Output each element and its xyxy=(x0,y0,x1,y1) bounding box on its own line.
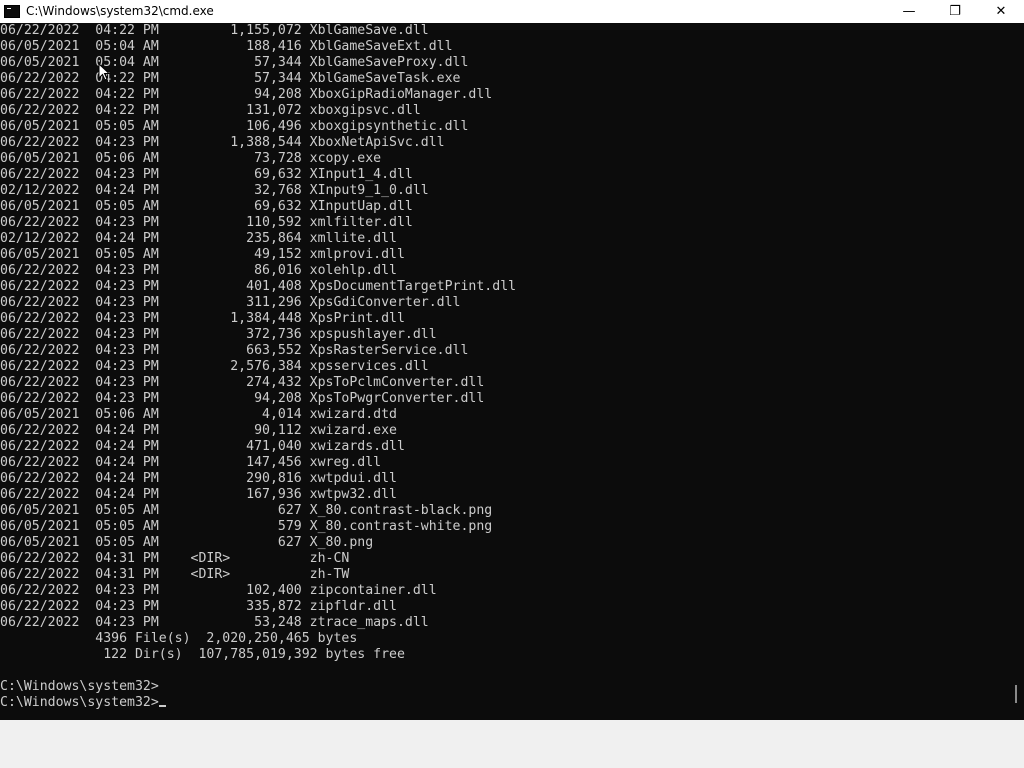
console-line: 06/22/2022 04:24 PM 471,040 xwizards.dll xyxy=(0,439,405,454)
console-line: 06/22/2022 04:23 PM 372,736 xpspushlayer… xyxy=(0,327,437,342)
console-line: 06/05/2021 05:04 AM 57,344 XblGameSavePr… xyxy=(0,55,469,70)
console-line: 06/22/2022 04:23 PM 335,872 zipfldr.dll xyxy=(0,599,397,614)
cmd-window: C:\Windows\system32\cmd.exe — ❐ ✕ 06/22/… xyxy=(0,0,1024,768)
console-line: 06/22/2022 04:23 PM 1,388,544 XboxNetApi… xyxy=(0,135,445,150)
window-bottom-area xyxy=(0,720,1024,768)
console-line: 06/22/2022 04:23 PM 86,016 xolehlp.dll xyxy=(0,263,397,278)
restore-button[interactable]: ❐ xyxy=(932,0,978,23)
console-line: 06/22/2022 04:22 PM 57,344 XblGameSaveTa… xyxy=(0,71,461,86)
console-line: 06/05/2021 05:05 AM 69,632 XInputUap.dll xyxy=(0,199,413,214)
console-line: 06/22/2022 04:24 PM 167,936 xwtpw32.dll xyxy=(0,487,397,502)
console-line: 06/22/2022 04:23 PM 69,632 XInput1_4.dll xyxy=(0,167,413,182)
console-line: 06/05/2021 05:05 AM 49,152 xmlprovi.dll xyxy=(0,247,405,262)
minimize-icon: — xyxy=(902,4,916,19)
console-line: 4396 File(s) 2,020,250,465 bytes xyxy=(0,631,358,646)
console-line: 06/22/2022 04:22 PM 1,155,072 XblGameSav… xyxy=(0,23,429,38)
text-cursor xyxy=(158,705,166,707)
prompt-text: C:\Windows\system32> xyxy=(0,695,159,710)
title-bar[interactable]: C:\Windows\system32\cmd.exe — ❐ ✕ xyxy=(0,0,1024,23)
mouse-pointer-icon xyxy=(98,63,110,81)
console-line: 06/22/2022 04:31 PM <DIR> zh-CN xyxy=(0,551,350,566)
console-line: 06/22/2022 04:23 PM 102,400 zipcontainer… xyxy=(0,583,437,598)
console-line: 06/22/2022 04:24 PM 90,112 xwizard.exe xyxy=(0,423,397,438)
console-line: 06/22/2022 04:23 PM 663,552 XpsRasterSer… xyxy=(0,343,469,358)
restore-icon: ❐ xyxy=(949,4,961,19)
console-line: 06/05/2021 05:06 AM 73,728 xcopy.exe xyxy=(0,151,382,166)
console-line: 122 Dir(s) 107,785,019,392 bytes free xyxy=(0,647,405,662)
console-line: C:\Windows\system32> xyxy=(0,679,159,694)
close-icon: ✕ xyxy=(995,4,1007,19)
console-line: 06/05/2021 05:05 AM 579 X_80.contrast-wh… xyxy=(0,519,493,534)
console-line: 06/22/2022 04:23 PM 1,384,448 XpsPrint.d… xyxy=(0,311,405,326)
console-output[interactable]: 06/22/2022 04:22 PM 1,155,072 XblGameSav… xyxy=(0,23,1008,720)
console-line: 06/22/2022 04:31 PM <DIR> zh-TW xyxy=(0,567,350,582)
console-line: 06/22/2022 04:23 PM 274,432 XpsToPclmCon… xyxy=(0,375,485,390)
console-line: 06/22/2022 04:23 PM 2,576,384 xpsservice… xyxy=(0,359,429,374)
console-line: 06/22/2022 04:23 PM 94,208 XpsToPwgrConv… xyxy=(0,391,485,406)
console-line: 06/22/2022 04:23 PM 311,296 XpsGdiConver… xyxy=(0,295,461,310)
window-title: C:\Windows\system32\cmd.exe xyxy=(26,4,214,18)
cmd-app-icon[interactable] xyxy=(4,5,20,18)
console-line: 06/22/2022 04:24 PM 290,816 xwtpdui.dll xyxy=(0,471,397,486)
console-line: 06/05/2021 05:05 AM 106,496 xboxgipsynth… xyxy=(0,119,469,134)
close-button[interactable]: ✕ xyxy=(978,0,1024,23)
console-line: 06/22/2022 04:22 PM 131,072 xboxgipsvc.d… xyxy=(0,103,421,118)
console-line: 06/05/2021 05:06 AM 4,014 xwizard.dtd xyxy=(0,407,397,422)
vertical-scrollbar[interactable] xyxy=(1008,23,1024,720)
console-line: 06/22/2022 04:22 PM 94,208 XboxGipRadioM… xyxy=(0,87,493,102)
minimize-button[interactable]: — xyxy=(886,0,932,23)
scrollbar-thumb[interactable] xyxy=(1015,685,1017,703)
console-line: 06/22/2022 04:24 PM 147,456 xwreg.dll xyxy=(0,455,382,470)
console-line: 02/12/2022 04:24 PM 32,768 XInput9_1_0.d… xyxy=(0,183,429,198)
prompt-line[interactable]: C:\Windows\system32> xyxy=(0,695,1008,711)
console-line: 06/05/2021 05:04 AM 188,416 XblGameSaveE… xyxy=(0,39,453,54)
console-line: 06/22/2022 04:23 PM 110,592 xmlfilter.dl… xyxy=(0,215,413,230)
console-line: 06/22/2022 04:23 PM 401,408 XpsDocumentT… xyxy=(0,279,517,294)
console-line: 06/05/2021 05:05 AM 627 X_80.png xyxy=(0,535,374,550)
console-line: 06/22/2022 04:23 PM 53,248 ztrace_maps.d… xyxy=(0,615,429,630)
console-line: 06/05/2021 05:05 AM 627 X_80.contrast-bl… xyxy=(0,503,493,518)
console-line: 02/12/2022 04:24 PM 235,864 xmllite.dll xyxy=(0,231,397,246)
